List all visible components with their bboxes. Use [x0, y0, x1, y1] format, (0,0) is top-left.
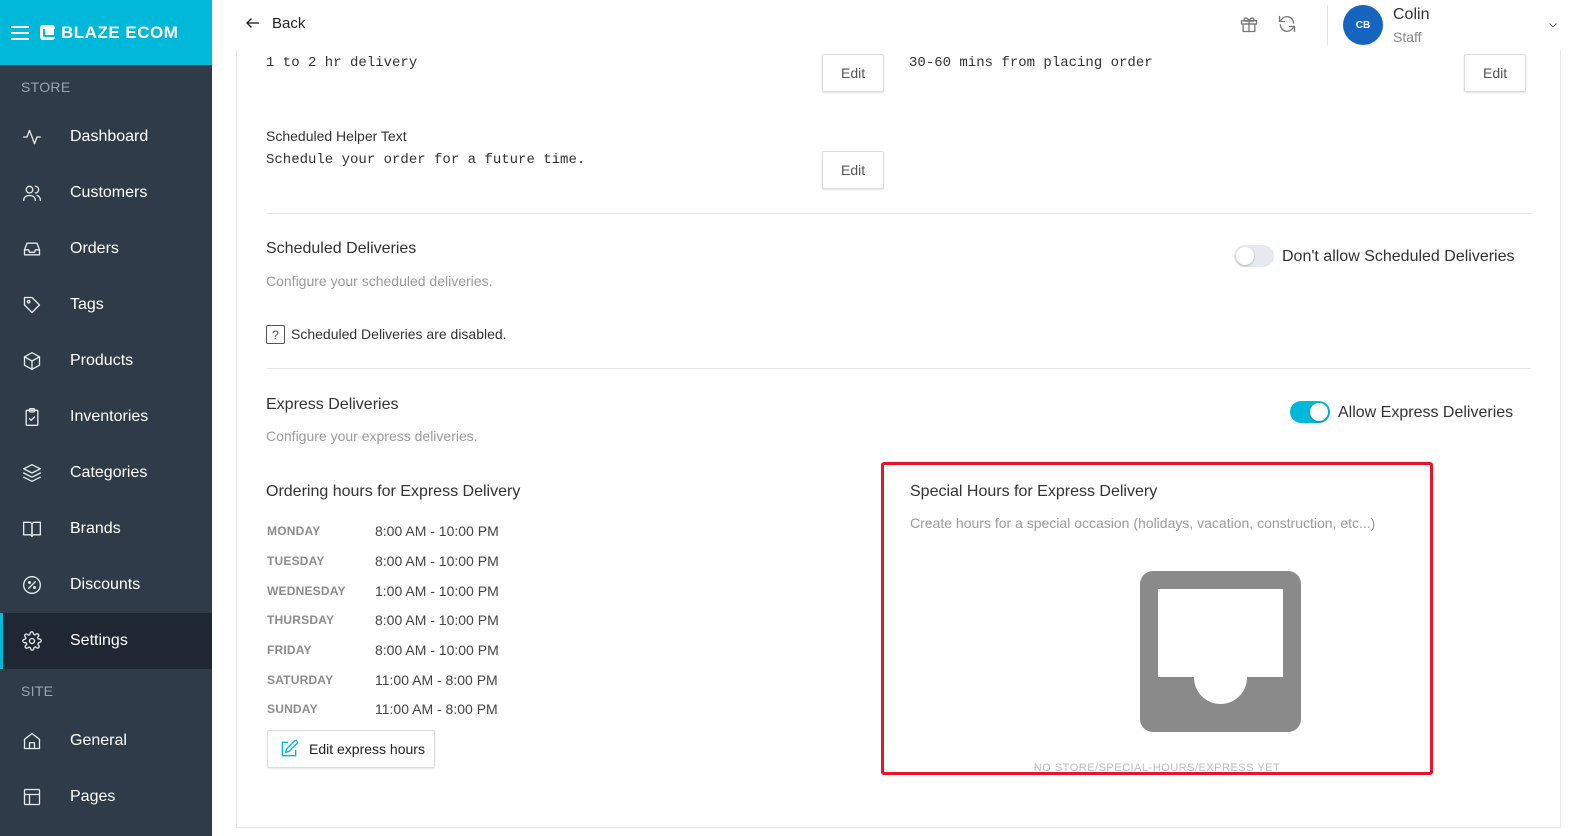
sidebar-item-products[interactable]: Products — [0, 333, 212, 389]
day-hours: 11:00 AM - 8:00 PM — [375, 701, 498, 717]
sidebar-item-tags[interactable]: Tags — [0, 277, 212, 333]
express-deliveries-toggle-label: Allow Express Deliveries — [1338, 404, 1514, 421]
box-icon — [21, 350, 43, 372]
brand-name: BLAZE ECOM — [61, 22, 179, 42]
section-label-site: SITE — [21, 683, 54, 699]
activity-icon — [21, 126, 43, 148]
express-deliveries-subtitle: Configure your express deliveries. — [266, 428, 478, 444]
day-hours: 11:00 AM - 8:00 PM — [375, 672, 498, 688]
app: BLAZE ECOM STORE Dashboard Customers Ord… — [0, 0, 1585, 836]
edit-icon — [281, 739, 299, 757]
special-hours-subtitle: Create hours for a special occasion (hol… — [910, 515, 1376, 531]
back-label: Back — [272, 14, 306, 32]
menu-icon[interactable] — [0, 0, 40, 65]
arrow-left-icon — [246, 18, 259, 28]
scheduled-helper-label: Scheduled Helper Text — [266, 128, 407, 144]
layout-icon — [21, 786, 43, 808]
sidebar-item-brands[interactable]: Brands — [0, 501, 212, 557]
divider — [267, 213, 1531, 214]
day-label: SUNDAY — [267, 702, 318, 716]
sidebar-item-discounts[interactable]: Discounts — [0, 557, 212, 613]
edit-scheduled-helper-button[interactable]: Edit — [822, 151, 885, 189]
scheduled-deliveries-toggle[interactable] — [1234, 245, 1274, 267]
edit-express-hours-button[interactable]: Edit express hours — [267, 730, 435, 768]
logo[interactable]: BLAZE ECOM — [40, 23, 178, 43]
day-label: SATURDAY — [267, 673, 334, 687]
refresh-icon[interactable] — [1277, 14, 1299, 36]
layers-icon — [21, 462, 43, 484]
sidebar: BLAZE ECOM STORE Dashboard Customers Ord… — [0, 0, 212, 836]
avatar[interactable]: CB — [1343, 5, 1383, 45]
chevron-down-icon[interactable] — [1547, 18, 1559, 36]
topbar-divider — [1327, 5, 1328, 45]
book-open-icon — [21, 518, 43, 540]
section-label-store: STORE — [21, 79, 71, 95]
user-role: Staff — [1393, 29, 1422, 45]
day-hours: 8:00 AM - 10:00 PM — [375, 642, 499, 658]
edit-express-helper-button[interactable]: Edit — [1464, 54, 1527, 92]
scheduled-deliveries-toggle-label: Don't allow Scheduled Deliveries — [1282, 248, 1515, 265]
topbar: Back CB Colin Staff — [212, 0, 1585, 50]
scheduled-disabled-notice: Scheduled Deliveries are disabled. — [291, 326, 507, 342]
express-helper-value: 30-60 mins from placing order — [909, 55, 1153, 71]
sidebar-item-inventories[interactable]: Inventories — [0, 389, 212, 445]
sidebar-item-orders[interactable]: Orders — [0, 221, 212, 277]
gift-icon[interactable] — [1239, 14, 1261, 36]
tag-icon — [21, 294, 43, 316]
empty-state-text: NO STORE/SPECIAL-HOURS/EXPRESS YET — [1033, 762, 1281, 774]
day-label: MONDAY — [267, 524, 321, 538]
percent-icon — [21, 574, 43, 596]
day-label: FRIDAY — [267, 643, 312, 657]
sidebar-item-label: Dashboard — [70, 128, 149, 145]
sidebar-item-label: Customers — [70, 184, 148, 201]
divider — [267, 368, 1531, 369]
sidebar-item-label: Tags — [70, 296, 104, 313]
sidebar-item-label: Settings — [70, 632, 128, 649]
special-hours-title: Special Hours for Express Delivery — [910, 483, 1158, 500]
special-hours-panel: Special Hours for Express Delivery Creat… — [881, 462, 1433, 775]
sidebar-item-label: Pages — [70, 788, 116, 805]
scheduled-deliveries-title: Scheduled Deliveries — [266, 240, 417, 257]
empty-state-icon — [1140, 571, 1301, 732]
sidebar-item-label: General — [70, 732, 127, 749]
day-label: WEDNESDAY — [267, 584, 346, 598]
scheduled-helper-value: Schedule your order for a future time. — [266, 152, 586, 168]
edit-express-label-button[interactable]: Edit — [822, 54, 885, 92]
sidebar-item-label: Products — [70, 352, 134, 369]
sidebar-item-label: Brands — [70, 520, 121, 537]
users-icon — [21, 182, 43, 204]
sidebar-item-dashboard[interactable]: Dashboard — [0, 109, 212, 165]
logo-icon — [40, 25, 56, 40]
settings-card: 1 to 2 hr delivery Edit 30-60 mins from … — [236, 50, 1561, 828]
back-button[interactable]: Back — [244, 14, 305, 32]
edit-express-hours-label: Edit express hours — [309, 741, 425, 757]
sidebar-item-label: Orders — [70, 240, 119, 257]
day-hours: 8:00 AM - 10:00 PM — [375, 523, 499, 539]
brand-bar: BLAZE ECOM — [0, 0, 212, 65]
sidebar-item-label: Discounts — [70, 576, 141, 593]
clipboard-check-icon — [21, 406, 43, 428]
sidebar-item-customers[interactable]: Customers — [0, 165, 212, 221]
gear-icon — [21, 630, 43, 652]
day-label: TUESDAY — [267, 554, 325, 568]
sidebar-item-label: Inventories — [70, 408, 149, 425]
express-label-value: 1 to 2 hr delivery — [266, 55, 418, 71]
sidebar-item-general[interactable]: General — [0, 713, 212, 769]
day-hours: 8:00 AM - 10:00 PM — [375, 553, 499, 569]
sidebar-item-pages[interactable]: Pages — [0, 769, 212, 825]
day-label: THURSDAY — [267, 613, 335, 627]
express-deliveries-toggle[interactable] — [1290, 401, 1330, 423]
home-icon — [21, 730, 43, 752]
help-icon: ? — [266, 325, 285, 344]
day-hours: 8:00 AM - 10:00 PM — [375, 612, 499, 628]
scheduled-deliveries-subtitle: Configure your scheduled deliveries. — [266, 273, 493, 289]
express-deliveries-title: Express Deliveries — [266, 396, 399, 413]
sidebar-item-categories[interactable]: Categories — [0, 445, 212, 501]
day-hours: 1:00 AM - 10:00 PM — [375, 583, 499, 599]
user-name[interactable]: Colin — [1393, 6, 1429, 24]
sidebar-item-label: Categories — [70, 464, 148, 481]
ordering-hours-title: Ordering hours for Express Delivery — [266, 483, 521, 500]
inbox-icon — [21, 238, 43, 260]
sidebar-item-settings[interactable]: Settings — [0, 613, 212, 669]
